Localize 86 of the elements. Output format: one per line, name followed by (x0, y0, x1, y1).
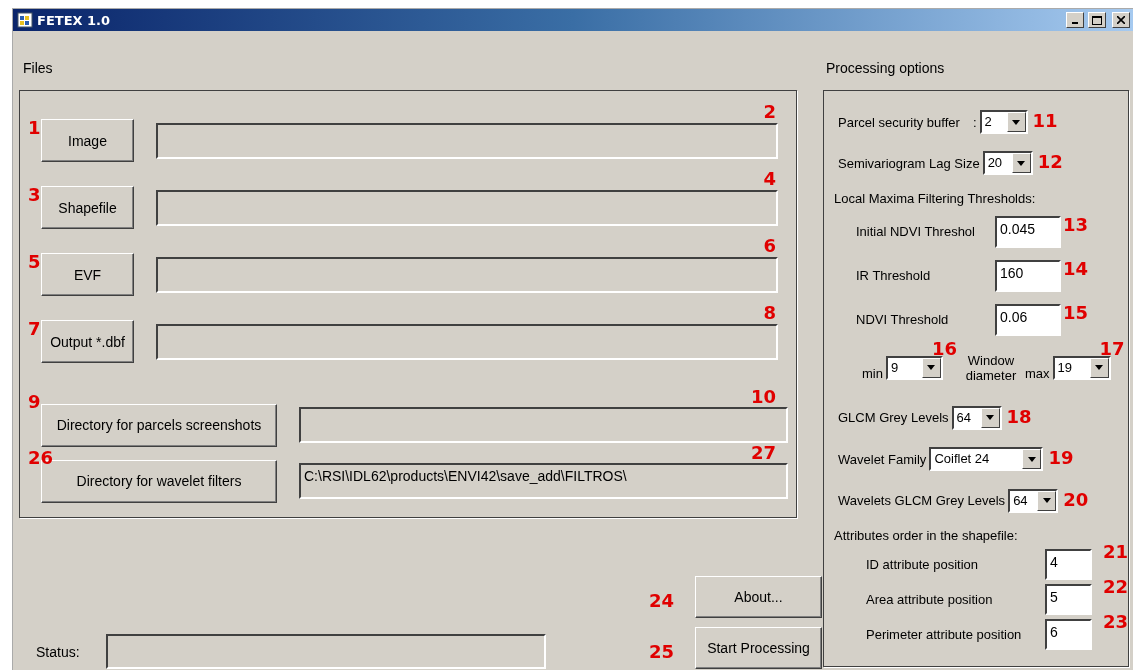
window-diameter-label: Window diameter (964, 352, 1018, 383)
path-field[interactable] (156, 189, 778, 226)
annotation-number: 16 (931, 339, 957, 358)
section-label: Processing options (826, 60, 945, 76)
annotation-number: 6 (763, 237, 776, 255)
field-label: Perimeter attribute position (866, 626, 1023, 642)
dropdown-value: 64 (1012, 491, 1029, 510)
maximize-button[interactable] (1088, 12, 1106, 28)
text-field[interactable]: 0.06 (995, 303, 1061, 336)
annotation-number: 22 (1103, 577, 1129, 596)
dropdown-value: Coiflet 24 (933, 450, 991, 469)
annotation-number: 9 (28, 393, 41, 411)
dropdown-value: 9 (889, 358, 900, 377)
annotation-number: 4 (763, 170, 776, 188)
annotation-number: 27 (750, 444, 776, 462)
dropdown-value: 20 (986, 154, 1004, 173)
maximize-icon (1092, 15, 1102, 25)
annotation-number: 1 (28, 119, 41, 137)
dropdown[interactable]: 2 (979, 110, 1028, 134)
annotation-number: 13 (1063, 215, 1089, 234)
close-button[interactable] (1112, 12, 1130, 28)
text-field[interactable]: 4 (1045, 548, 1092, 580)
annotation-number: 24 (649, 592, 675, 610)
option-label: GLCM Grey Levels (838, 410, 949, 426)
annotation-number: 21 (1103, 542, 1129, 561)
dropdown-value: 64 (955, 409, 972, 427)
text-field[interactable]: 160 (995, 259, 1061, 292)
path-field[interactable]: C:\RSI\IDL62\products\ENVI42\save_add\FILTROS\ (299, 463, 788, 499)
dropdown[interactable]: 19 (1052, 355, 1111, 380)
text-field[interactable]: 5 (1045, 583, 1092, 615)
dropdown[interactable]: 64 (1008, 488, 1059, 513)
annotation-number: 7 (28, 320, 41, 338)
annotation-number: 3 (28, 186, 41, 204)
option-label: Wavelet Family (838, 451, 927, 467)
annotation-number: 23 (1103, 612, 1129, 631)
close-icon (1117, 16, 1125, 24)
action-button[interactable]: About... (695, 576, 822, 618)
section-label: Files (23, 60, 53, 76)
annotation-number: 19 (1048, 449, 1074, 468)
annotation-number: 2 (763, 103, 776, 121)
text-field[interactable]: 6 (1045, 618, 1092, 650)
dropdown[interactable]: Coiflet 24 (929, 447, 1044, 472)
option-label: Semivariogram Lag Size (838, 155, 980, 171)
group-heading: Local Maxima Filtering Thresholds: (834, 190, 1037, 209)
path-field[interactable] (156, 122, 778, 159)
file-button[interactable]: Directory for parcels screenshots (41, 403, 277, 447)
annotation-number: 8 (763, 304, 776, 322)
annotation-number: 10 (750, 388, 776, 406)
option-label: Parcel security buffer (838, 114, 960, 130)
action-button[interactable]: Start Processing (695, 627, 822, 669)
field-label: Initial NDVI Threshol (856, 224, 976, 240)
field-label: IR Threshold (856, 268, 932, 284)
text-field[interactable]: 0.045 (995, 215, 1061, 248)
path-field[interactable] (299, 407, 788, 443)
annotation-number: 25 (649, 643, 675, 661)
field-label: Area attribute position (866, 591, 994, 607)
status-label: Status: (36, 643, 80, 660)
annotation-number: 14 (1063, 259, 1089, 278)
annotation-number: 17 (1099, 339, 1125, 358)
app-icon (17, 12, 33, 28)
group-heading: Attributes order in the shapefile: (834, 527, 1019, 546)
dropdown[interactable]: 9 (885, 355, 943, 380)
dropdown[interactable]: 64 (951, 406, 1002, 430)
annotation-number: 11 (1032, 112, 1058, 130)
path-field[interactable] (156, 323, 778, 360)
file-button[interactable]: EVF (41, 253, 134, 296)
file-button[interactable]: Shapefile (41, 186, 134, 229)
field-label: NDVI Threshold (856, 312, 950, 328)
dropdown-value: 2 (983, 113, 993, 131)
window-title: FETEX 1.0 (37, 12, 112, 28)
annotation-number: 15 (1063, 303, 1089, 322)
dropdown-value: 19 (1056, 358, 1073, 377)
annotation-number: 18 (1006, 408, 1032, 426)
colon: : (972, 114, 977, 130)
annotation-number: 12 (1037, 153, 1063, 172)
file-button[interactable]: Image (41, 119, 134, 162)
dropdown[interactable]: 20 (982, 151, 1033, 176)
max-label: max (1024, 366, 1050, 382)
file-button[interactable]: Output *.dbf (41, 320, 134, 363)
path-field[interactable] (156, 256, 778, 293)
min-label: min (862, 366, 883, 382)
annotation-number: 20 (1063, 490, 1089, 509)
field-label: ID attribute position (866, 556, 979, 572)
annotation-number: 5 (28, 253, 41, 271)
option-label: Wavelets GLCM Grey Levels (838, 493, 1006, 509)
minimize-button[interactable] (1066, 12, 1084, 28)
